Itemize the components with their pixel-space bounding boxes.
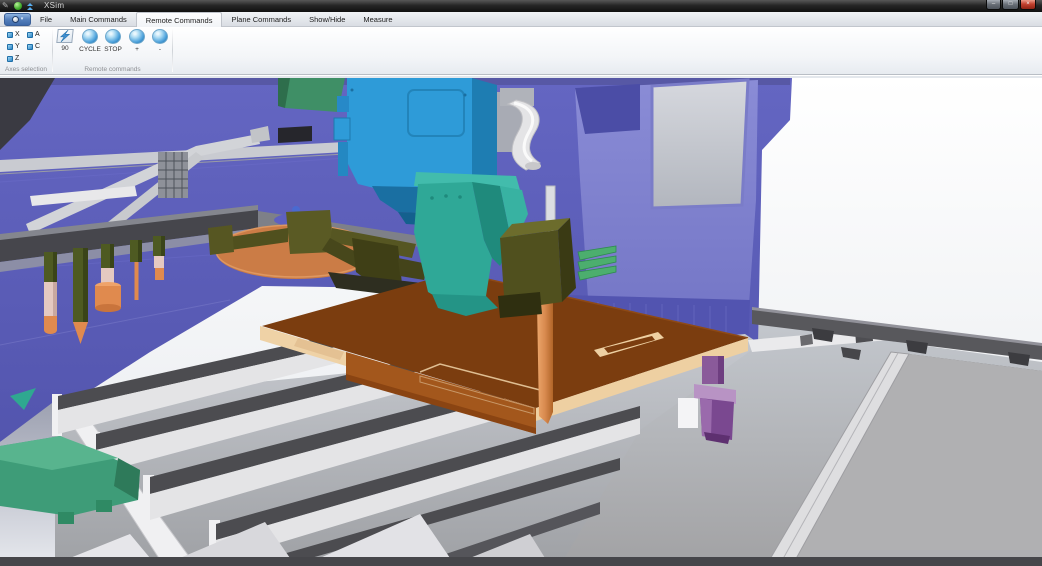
remote-90-button[interactable]: 90 — [53, 29, 77, 52]
axis-checkbox-y[interactable]: Y — [7, 42, 20, 51]
remote-group-label: Remote commands — [53, 66, 172, 73]
application-menu-button[interactable]: ▾ — [4, 13, 31, 26]
axis-checkbox-c[interactable]: C — [27, 42, 40, 51]
app-menu-icon — [12, 16, 19, 23]
axis-icon — [27, 32, 33, 38]
blue-sphere-icon — [105, 29, 121, 44]
remote-stop-button[interactable]: STOP — [101, 29, 125, 53]
tab-plane-commands[interactable]: Plane Commands — [222, 12, 300, 27]
status-orb-icon[interactable] — [14, 2, 22, 10]
maximize-button[interactable]: □ — [1002, 0, 1019, 10]
edit-icon[interactable]: ✎ — [2, 1, 9, 11]
close-button[interactable]: × — [1020, 0, 1036, 10]
collapse-chevrons-icon[interactable] — [27, 3, 33, 10]
axis-icon — [7, 32, 13, 38]
ribbon-tabs: File Main Commands Remote Commands Plane… — [31, 12, 402, 27]
window-controls: – □ × — [986, 0, 1036, 10]
axis-checkbox-a[interactable]: A — [27, 30, 40, 39]
tab-remote-commands[interactable]: Remote Commands — [136, 12, 223, 27]
axis-icon — [27, 44, 33, 50]
remote-plus-button[interactable]: + — [125, 29, 149, 53]
group-separator — [172, 29, 173, 72]
tab-show-hide[interactable]: Show/Hide — [300, 12, 354, 27]
blue-sphere-icon — [129, 29, 145, 44]
window-title: XSim — [44, 1, 64, 10]
axis-icon — [7, 44, 13, 50]
viewing-window — [652, 80, 748, 208]
lightning-program-icon — [56, 29, 73, 43]
workpiece-leg — [537, 302, 553, 424]
tab-measure[interactable]: Measure — [354, 12, 401, 27]
remote-minus-button[interactable]: - — [148, 29, 172, 53]
axis-checkbox-x[interactable]: X — [7, 30, 20, 39]
remote-cycle-button[interactable]: CYCLE — [78, 29, 102, 53]
title-bar: ✎ XSim – □ × — [0, 0, 1042, 12]
chevron-down-icon: ▾ — [21, 17, 24, 22]
axis-checkbox-z[interactable]: Z — [7, 54, 19, 63]
blue-sphere-icon — [152, 29, 168, 44]
blue-sphere-icon — [82, 29, 98, 44]
ribbon-body: X Y Z A C Axes selection 90 CYCLE — [0, 27, 1042, 75]
quick-access-toolbar: ✎ — [2, 1, 33, 11]
tab-main-commands[interactable]: Main Commands — [61, 12, 136, 27]
axes-group-label: Axes selection — [0, 66, 52, 73]
tab-file[interactable]: File — [31, 12, 61, 27]
viewport-3d[interactable] — [0, 78, 1042, 566]
axis-icon — [7, 56, 13, 62]
minimize-button[interactable]: – — [986, 0, 1001, 10]
application-window: ✎ XSim – □ × ▾ File Main Commands Remote… — [0, 0, 1042, 566]
